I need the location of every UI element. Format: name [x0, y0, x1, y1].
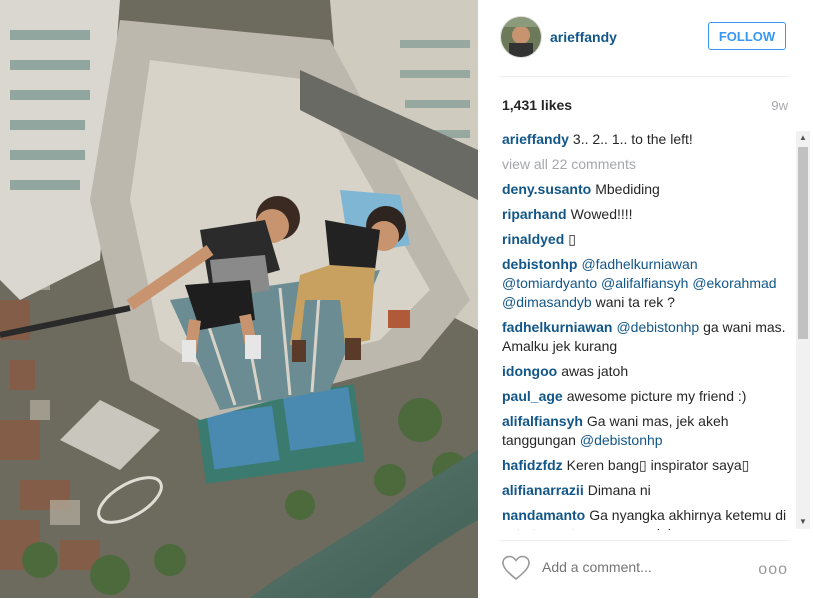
comment-mention[interactable]: @tomiardyanto — [502, 275, 597, 291]
comment-text: ▯ — [568, 231, 576, 247]
post-side-panel: arieffandy FOLLOW 1,431 likes 9w arieffa… — [478, 0, 813, 598]
comment-author[interactable]: alifianarrazii — [502, 482, 584, 498]
post-header: arieffandy FOLLOW — [500, 16, 790, 77]
scroll-up-arrow-icon[interactable]: ▲ — [796, 131, 810, 145]
comment-text: Wowed!!!! — [570, 206, 633, 222]
more-options-icon[interactable]: ooo — [758, 561, 788, 579]
comment-text: Mbediding — [595, 181, 660, 197]
comment-item: idongoo awas jatoh — [502, 362, 794, 381]
comment-author[interactable]: paul_age — [502, 388, 563, 404]
comment-mention[interactable]: @dimasandyb — [502, 294, 592, 310]
comments-scrollbar[interactable]: ▲ ▼ — [796, 131, 810, 529]
comment-author[interactable]: fadhelkurniawan — [502, 319, 612, 335]
comment-text: wani ta rek ? — [591, 294, 675, 310]
likes-count[interactable]: 1,431 likes — [502, 97, 572, 113]
comments-list-container[interactable]: arieffandy 3.. 2.. 1.. to the left! view a… — [502, 130, 794, 530]
comment-mention[interactable]: @debistonhp — [580, 432, 663, 448]
scrollbar-thumb[interactable] — [798, 147, 808, 339]
comment-author[interactable]: alifalfiansyh — [502, 413, 583, 429]
comment-author[interactable]: debistonhp — [502, 256, 577, 272]
heart-icon[interactable] — [502, 555, 530, 581]
comment-item: hafidzfdz Keren bang▯ inspirator saya▯ — [502, 456, 794, 475]
comments-list: arieffandy 3.. 2.. 1.. to the left! view a… — [502, 130, 794, 530]
view-all-comments[interactable]: view all 22 comments — [502, 155, 794, 174]
comment-text: awesome picture my friend :) — [566, 388, 747, 404]
comment-mention[interactable]: @fadhelkurniawan — [581, 256, 697, 272]
comment-author[interactable]: deny.susanto — [502, 181, 591, 197]
comment-author[interactable]: rinaldyed — [502, 231, 564, 247]
add-comment-input[interactable] — [540, 558, 744, 576]
comment-item: alifianarrazii Dimana ni — [502, 481, 794, 500]
comment-mention[interactable]: @alifalfiansyh — [601, 275, 688, 291]
comment-item: paul_age awesome picture my friend :) — [502, 387, 794, 406]
comment-item: debistonhp @fadhelkurniawan @tomiardyanto… — [502, 255, 794, 312]
comment-mention[interactable]: @ekorahmad — [692, 275, 776, 291]
avatar-image — [501, 17, 541, 57]
view-all-comments-link[interactable]: view all 22 comments — [502, 156, 636, 172]
scroll-down-arrow-icon[interactable]: ▼ — [796, 515, 810, 529]
post-footer: ooo — [500, 540, 790, 599]
post-meta: 1,431 likes 9w — [500, 96, 790, 116]
comment-mention[interactable]: @debistonhp — [616, 319, 699, 335]
comment-text: 3.. 2.. 1.. to the left! — [572, 131, 693, 147]
comment-item: alifalfiansyh Ga wani mas, jek akeh tangg… — [502, 412, 794, 450]
photo-illustration — [0, 0, 478, 598]
comment-author[interactable]: riparhand — [502, 206, 567, 222]
comment-item: nandamanto Ga nyangka akhirnya ketemu di … — [502, 506, 794, 530]
follow-button[interactable]: FOLLOW — [708, 22, 786, 50]
comment-text: awas jatoh — [561, 363, 629, 379]
comment-item: fadhelkurniawan @debistonhp ga wani mas. … — [502, 318, 794, 356]
comment-author[interactable]: nandamanto — [502, 507, 585, 523]
post-photo[interactable] — [0, 0, 478, 598]
comment-text: Keren bang▯ inspirator saya▯ — [566, 457, 750, 473]
comment-item: rinaldyed ▯ — [502, 230, 794, 249]
post-username[interactable]: arieffandy — [550, 29, 617, 45]
comment-author[interactable]: idongoo — [502, 363, 557, 379]
avatar[interactable] — [500, 16, 542, 58]
comment-text: Dimana ni — [587, 482, 651, 498]
comment-author[interactable]: hafidzfdz — [502, 457, 563, 473]
comment-author[interactable]: arieffandy — [502, 131, 569, 147]
comment-item: deny.susanto Mbediding — [502, 180, 794, 199]
comment-item: arieffandy 3.. 2.. 1.. to the left! — [502, 130, 794, 149]
post-time[interactable]: 9w — [771, 98, 788, 113]
comment-item: riparhand Wowed!!!! — [502, 205, 794, 224]
